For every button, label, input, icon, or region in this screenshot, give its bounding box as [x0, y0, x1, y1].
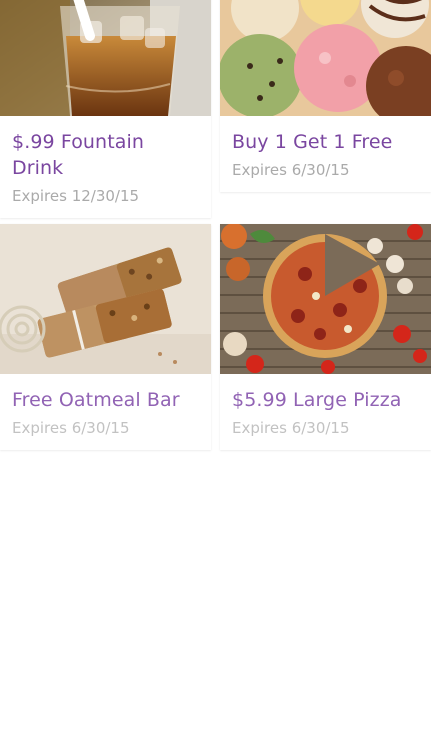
coupon-card-oatmeal-bar[interactable]: Free Oatmeal Bar Expires 6/30/15: [0, 224, 211, 450]
coupon-card-large-pizza[interactable]: $5.99 Large Pizza Expires 6/30/15: [220, 224, 431, 450]
coupon-card-body: Free Oatmeal Bar Expires 6/30/15: [0, 374, 211, 450]
coupon-title: $5.99 Large Pizza: [232, 389, 402, 411]
coupon-title: Free Oatmeal Bar: [12, 389, 180, 411]
coupon-card-body: Buy 1 Get 1 Free Expires 6/30/15: [220, 116, 431, 192]
coupon-expiration: Expires 12/30/15: [12, 187, 140, 205]
coupon-expiration: Expires 6/30/15: [232, 161, 350, 179]
coupon-title: $.99 Fountain Drink: [12, 131, 145, 179]
soda-glass-icon: [0, 0, 211, 116]
coupon-title: Buy 1 Get 1 Free: [232, 131, 393, 153]
coupon-expiration: Expires 6/30/15: [12, 419, 130, 437]
ice-cream-scoops-icon: [220, 0, 431, 116]
coupon-card-body: $5.99 Large Pizza Expires 6/30/15: [220, 374, 431, 450]
coupon-card-bogo-ice-cream[interactable]: Buy 1 Get 1 Free Expires 6/30/15: [220, 0, 431, 192]
granola-bar-icon: [0, 224, 211, 374]
coupon-card-fountain-drink[interactable]: $.99 Fountain Drink Expires 12/30/15: [0, 0, 211, 218]
pizza-icon: [220, 224, 431, 374]
coupon-card-body: $.99 Fountain Drink Expires 12/30/15: [0, 116, 211, 218]
coupon-expiration: Expires 6/30/15: [232, 419, 350, 437]
